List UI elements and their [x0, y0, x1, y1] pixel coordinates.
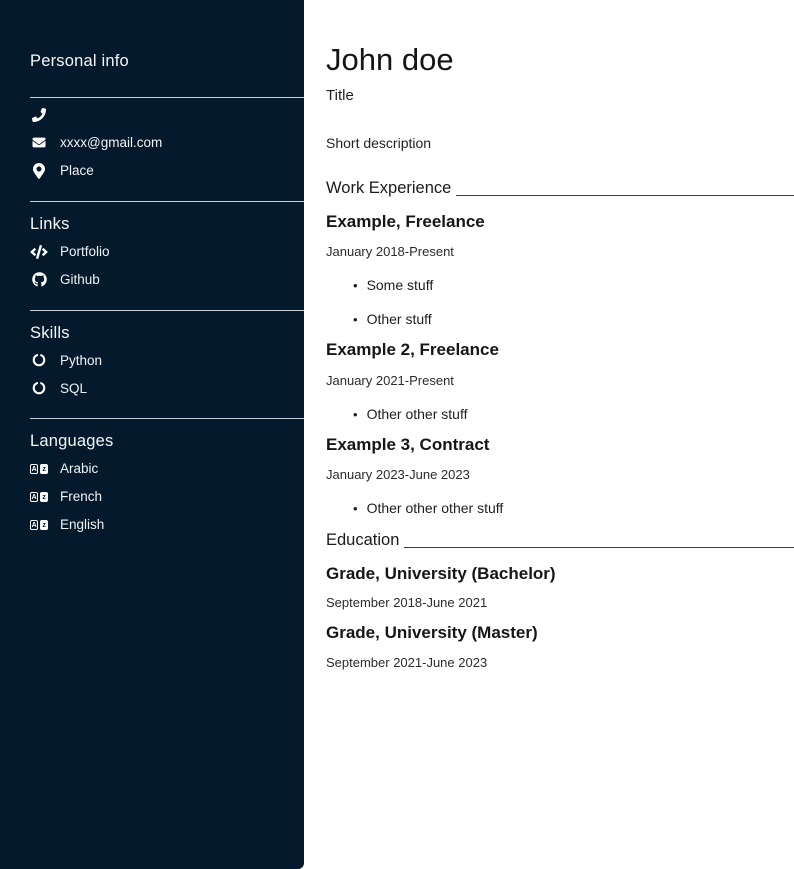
language-english-row: A z English	[30, 511, 304, 539]
language-french-row: A z French	[30, 483, 304, 511]
personal-info-items: xxxx@gmail.com Place	[30, 101, 304, 185]
circle-notch-icon	[30, 353, 48, 367]
bullet-item: Other other stuff	[353, 406, 794, 422]
sidebar-section-title-personal-info: Personal info	[30, 52, 304, 72]
contact-email-row[interactable]: xxxx@gmail.com	[30, 129, 304, 157]
language-icon-a: A	[30, 520, 38, 530]
language-icon: A z	[30, 464, 48, 474]
work-entry-bullets: Other other stuff	[326, 406, 794, 422]
work-entry-title: Example, Freelance	[326, 212, 794, 232]
skill-sql-row: SQL	[30, 374, 304, 402]
work-entry-date: January 2023-June 2023	[326, 467, 794, 482]
education-entry-title: Grade, University (Bachelor)	[326, 564, 794, 584]
job-title: Title	[326, 87, 794, 104]
education-entry-date: September 2021-June 2023	[326, 655, 794, 670]
work-entry: Example 3, Contract January 2023-June 20…	[326, 435, 794, 516]
map-marker-icon	[30, 163, 48, 179]
sidebar-divider	[30, 201, 304, 202]
language-french-label: French	[60, 490, 102, 504]
link-portfolio[interactable]: Portfolio	[30, 238, 304, 266]
section-rule	[404, 547, 794, 548]
sidebar-divider	[30, 97, 304, 98]
short-description: Short description	[326, 135, 794, 151]
language-icon-a: A	[30, 492, 38, 502]
code-icon	[30, 245, 48, 259]
skill-python-row: Python	[30, 346, 304, 374]
sidebar-divider	[30, 310, 304, 311]
work-entry-title: Example 3, Contract	[326, 435, 794, 455]
language-english-label: English	[60, 518, 104, 532]
language-arabic-label: Arabic	[60, 462, 98, 476]
sidebar-section-title-languages: Languages	[30, 432, 304, 452]
envelope-icon	[30, 136, 48, 149]
sidebar-section-title-skills: Skills	[30, 324, 304, 344]
sidebar: Personal info xxxx@gmail.com Place	[0, 0, 304, 869]
contact-place-label: Place	[60, 164, 94, 178]
work-entry: Example, Freelance January 2018-Present …	[326, 212, 794, 327]
resume-page: Personal info xxxx@gmail.com Place	[0, 0, 794, 869]
work-experience-section: Example, Freelance January 2018-Present …	[326, 212, 794, 516]
work-entry-bullets: Other other other stuff	[326, 500, 794, 516]
language-icon-a: A	[30, 464, 38, 474]
link-portfolio-label: Portfolio	[60, 245, 110, 259]
work-entry-date: January 2018-Present	[326, 244, 794, 259]
contact-email-label: xxxx@gmail.com	[60, 136, 162, 150]
section-rule	[456, 195, 794, 196]
skill-python-label: Python	[60, 354, 102, 368]
education-section: Grade, University (Bachelor) September 2…	[326, 564, 794, 670]
work-entry-bullets: Some stuff Other stuff	[326, 277, 794, 327]
main-content: John doe Title Short description Work Ex…	[304, 0, 794, 670]
work-experience-heading: Work Experience	[326, 179, 794, 199]
education-title: Education	[326, 531, 399, 551]
github-icon	[30, 272, 48, 287]
language-icon: A z	[30, 520, 48, 530]
work-entry-date: January 2021-Present	[326, 373, 794, 388]
work-entry-title: Example 2, Freelance	[326, 340, 794, 360]
link-github[interactable]: Github	[30, 266, 304, 294]
bullet-item: Other other other stuff	[353, 500, 794, 516]
contact-phone-row	[30, 101, 304, 129]
link-github-label: Github	[60, 273, 100, 287]
education-entry: Grade, University (Master) September 202…	[326, 623, 794, 669]
bullet-item: Other stuff	[353, 311, 794, 327]
sidebar-section-title-links: Links	[30, 215, 304, 235]
education-entry: Grade, University (Bachelor) September 2…	[326, 564, 794, 610]
language-arabic-row: A z Arabic	[30, 455, 304, 483]
links-items: Portfolio Github	[30, 238, 304, 294]
skill-sql-label: SQL	[60, 382, 87, 396]
skills-items: Python SQL	[30, 346, 304, 402]
language-icon-z: z	[40, 464, 48, 474]
language-icon-z: z	[40, 492, 48, 502]
bullet-item: Some stuff	[353, 277, 794, 293]
name-heading: John doe	[326, 43, 794, 77]
language-icon: A z	[30, 492, 48, 502]
languages-items: A z Arabic A z French A z English	[30, 455, 304, 539]
work-experience-title: Work Experience	[326, 179, 451, 199]
sidebar-divider	[30, 418, 304, 419]
language-icon-z: z	[40, 520, 48, 530]
circle-notch-icon	[30, 381, 48, 395]
education-entry-date: September 2018-June 2021	[326, 595, 794, 610]
phone-icon	[30, 108, 48, 122]
education-entry-title: Grade, University (Master)	[326, 623, 794, 643]
contact-place-row: Place	[30, 157, 304, 185]
work-entry: Example 2, Freelance January 2021-Presen…	[326, 340, 794, 421]
education-heading: Education	[326, 531, 794, 551]
